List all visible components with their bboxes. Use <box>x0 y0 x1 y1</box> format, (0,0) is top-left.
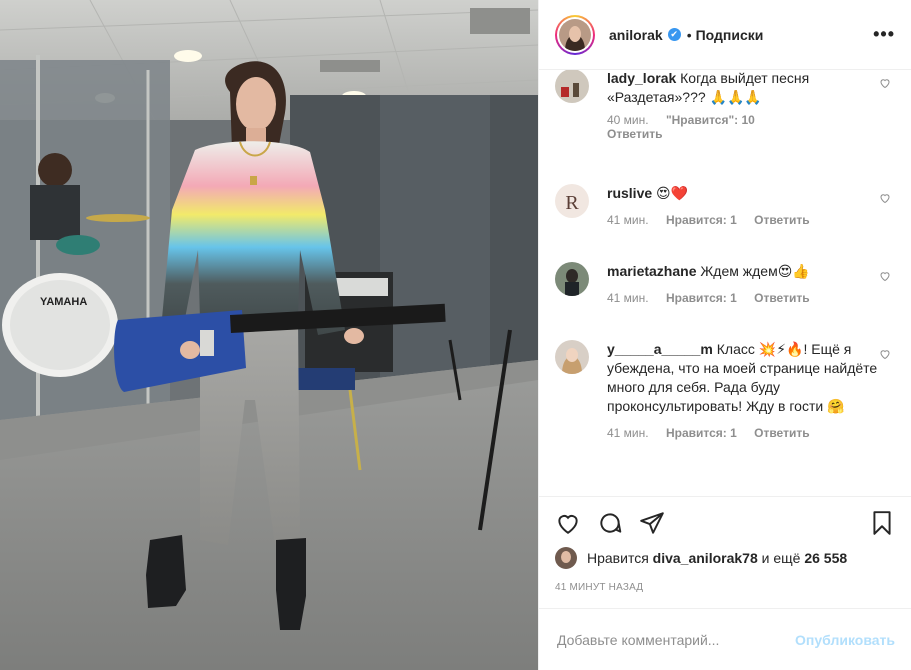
post-actions-bar <box>539 496 911 548</box>
comment-item: y_____a_____m Класс 💥⚡🔥! Ещё я убеждена,… <box>555 340 895 440</box>
comment-item: R ruslive 😍❤️ 41 мин. Нравится: 1 Ответи… <box>555 184 895 227</box>
comment-like-icon[interactable] <box>879 192 891 204</box>
post-header: anilorak ✔ • Подписки ••• <box>539 0 911 70</box>
comment-username[interactable]: ruslive <box>607 185 652 201</box>
comment-like-icon[interactable] <box>879 348 891 360</box>
heart-icon[interactable] <box>555 510 581 536</box>
verified-badge-icon: ✔ <box>667 28 681 41</box>
svg-text:R: R <box>565 192 579 214</box>
likes-text[interactable]: Нравится diva_anilorak78 и ещё 26 558 <box>587 550 847 566</box>
liker-username[interactable]: diva_anilorak78 <box>653 550 758 566</box>
comment-username[interactable]: y_____a_____m <box>607 341 713 357</box>
publish-button[interactable]: Опубликовать <box>795 632 895 648</box>
post-view: YAMAHA anilorak ✔ • Подписки ••• lady_lo… <box>0 0 911 670</box>
post-timestamp[interactable]: 41 МИНУТ НАЗАД <box>555 582 643 593</box>
header-separator: • <box>686 26 692 43</box>
bookmark-icon[interactable] <box>869 510 895 536</box>
reply-button[interactable]: Ответить <box>754 291 809 305</box>
likes-prefix: Нравится <box>587 550 649 566</box>
likes-middle: и ещё <box>761 550 801 566</box>
likes-summary: Нравится diva_anilorak78 и ещё 26 558 <box>555 546 895 570</box>
comment-time[interactable]: 41 мин. <box>607 213 649 227</box>
comment-time[interactable]: 41 мин. <box>607 291 649 305</box>
author-username[interactable]: anilorak <box>609 27 663 43</box>
commenter-avatar[interactable] <box>555 262 589 296</box>
reply-button[interactable]: Ответить <box>754 426 809 440</box>
svg-text:YAMAHA: YAMAHA <box>40 296 87 308</box>
reply-button[interactable]: Ответить <box>754 213 809 227</box>
comment-time[interactable]: 41 мин. <box>607 426 649 440</box>
commenter-avatar[interactable] <box>555 340 589 374</box>
commenter-avatar[interactable] <box>555 70 589 103</box>
more-options-icon[interactable]: ••• <box>873 24 895 45</box>
comments-list[interactable]: lady_lorak Когда выйдет песня «Раздетая»… <box>539 70 911 495</box>
author-avatar-image <box>559 18 591 51</box>
comment-username[interactable]: marietazhane <box>607 263 696 279</box>
post-photo[interactable]: YAMAHA <box>0 0 538 670</box>
photo-illustration: YAMAHA <box>0 0 538 670</box>
comment-icon[interactable] <box>597 510 623 536</box>
comment-username[interactable]: lady_lorak <box>607 70 676 86</box>
author-avatar[interactable] <box>555 14 595 55</box>
add-comment-bar: Опубликовать <box>539 608 911 670</box>
comment-likes[interactable]: Нравится: 1 <box>666 213 737 227</box>
comment-likes[interactable]: "Нравится": 10 <box>666 113 755 127</box>
comment-input[interactable] <box>555 630 796 649</box>
comment-item: lady_lorak Когда выйдет песня «Раздетая»… <box>555 70 895 141</box>
reply-button[interactable]: Ответить <box>607 127 662 141</box>
comment-like-icon[interactable] <box>879 270 891 282</box>
comment-time[interactable]: 40 мин. <box>607 113 649 127</box>
paper-plane-icon[interactable] <box>639 510 665 536</box>
following-button[interactable]: Подписки <box>696 27 764 43</box>
liker-avatar[interactable] <box>555 547 577 569</box>
comment-likes[interactable]: Нравится: 1 <box>666 291 737 305</box>
comment-item: marietazhane Ждем ждем😍👍 41 мин. Нравитс… <box>555 262 895 305</box>
comment-like-icon[interactable] <box>879 77 891 89</box>
commenter-avatar[interactable]: R <box>555 184 589 218</box>
likes-count[interactable]: 26 558 <box>804 550 847 566</box>
comment-text: 😍❤️ <box>656 185 689 201</box>
post-side-panel: anilorak ✔ • Подписки ••• lady_lorak Ког… <box>538 0 911 670</box>
comment-likes[interactable]: Нравится: 1 <box>666 426 737 440</box>
comment-text: Ждем ждем😍👍 <box>700 263 810 279</box>
